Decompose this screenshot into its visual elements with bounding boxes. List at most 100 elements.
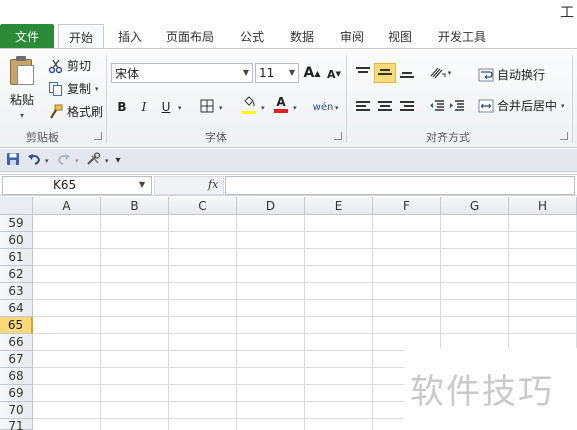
- column-header-g[interactable]: G: [441, 197, 509, 215]
- select-all-corner[interactable]: [0, 197, 33, 215]
- row-header[interactable]: 67: [0, 351, 33, 368]
- undo-button[interactable]: [26, 152, 42, 168]
- row-header[interactable]: 68: [0, 368, 33, 385]
- underline-button[interactable]: U: [157, 98, 175, 116]
- row-header[interactable]: 66: [0, 334, 33, 351]
- undo-icon: [27, 152, 41, 169]
- customize-icon: ▾: [115, 154, 121, 166]
- ribbon-tab-row: 文件 开始 插入 页面布局 公式 数据 审阅 视图 开发工具: [0, 24, 577, 49]
- tab-view[interactable]: 视图: [378, 24, 422, 48]
- save-button[interactable]: [5, 152, 21, 168]
- orientation-button[interactable]: ▾: [428, 64, 452, 82]
- merge-center-button[interactable]: 合并后居中 ▾: [478, 97, 565, 114]
- redo-icon: [57, 152, 71, 169]
- font-size-select[interactable]: 11 ▼: [255, 63, 299, 83]
- fill-color-button[interactable]: [240, 96, 258, 114]
- bold-button[interactable]: B: [113, 98, 131, 116]
- copy-label: 复制: [67, 82, 92, 96]
- font-launcher-icon[interactable]: [334, 132, 342, 140]
- paste-icon[interactable]: [10, 56, 36, 86]
- formula-bar: K65 ▼ fx: [0, 174, 577, 196]
- grow-font-button[interactable]: A ▲: [303, 64, 321, 82]
- tab-data[interactable]: 数据: [280, 24, 324, 48]
- tab-developer[interactable]: 开发工具: [430, 24, 494, 48]
- shrink-font-label: A: [327, 67, 336, 81]
- customize-qat-button[interactable]: ▾: [110, 152, 126, 168]
- wrap-text-button[interactable]: 自动换行: [478, 66, 545, 83]
- font-name-select[interactable]: 宋体 ▼: [111, 63, 253, 83]
- undo-dropdown-icon[interactable]: ▾: [45, 157, 49, 165]
- row-header[interactable]: 64: [0, 300, 33, 317]
- row-header[interactable]: 69: [0, 385, 33, 402]
- align-top-button[interactable]: [354, 64, 372, 82]
- row-header[interactable]: 70: [0, 402, 33, 419]
- merge-center-label: 合并后居中: [497, 99, 558, 113]
- tab-page-layout[interactable]: 页面布局: [158, 24, 222, 48]
- tab-review[interactable]: 审阅: [330, 24, 374, 48]
- fill-color-dropdown-icon[interactable]: ▾: [261, 104, 265, 112]
- align-left-button[interactable]: [354, 98, 372, 116]
- decrease-indent-button[interactable]: [428, 98, 446, 116]
- tab-home[interactable]: 开始: [58, 24, 104, 49]
- formula-input[interactable]: [225, 176, 575, 195]
- row-header[interactable]: 71: [0, 419, 33, 430]
- align-right-icon: [400, 101, 414, 113]
- column-header-e[interactable]: E: [305, 197, 373, 215]
- row-header-selected[interactable]: 65: [0, 317, 33, 334]
- tools-button[interactable]: [86, 151, 102, 168]
- shrink-font-button[interactable]: A ▼: [325, 65, 343, 83]
- row-header[interactable]: 59: [0, 215, 33, 232]
- align-right-button[interactable]: [398, 98, 416, 116]
- clipboard-group-label: 剪贴板: [26, 131, 59, 144]
- tab-formulas[interactable]: 公式: [230, 24, 274, 48]
- alignment-launcher-icon[interactable]: [560, 132, 568, 140]
- column-header-a[interactable]: A: [33, 197, 101, 215]
- underline-dropdown-icon[interactable]: ▾: [178, 104, 182, 112]
- copy-button[interactable]: 复制 ▾: [48, 80, 99, 97]
- row-header[interactable]: 63: [0, 283, 33, 300]
- column-header-c[interactable]: C: [169, 197, 237, 215]
- phonetic-dropdown-icon[interactable]: ▾: [335, 104, 339, 112]
- borders-button[interactable]: [198, 98, 216, 116]
- borders-dropdown-icon[interactable]: ▾: [219, 104, 223, 112]
- align-left-icon: [356, 101, 370, 113]
- column-header-f[interactable]: F: [373, 197, 441, 215]
- tab-file[interactable]: 文件: [0, 24, 54, 48]
- increase-indent-button[interactable]: [448, 98, 466, 116]
- paste-dropdown-icon[interactable]: ▾: [20, 111, 24, 120]
- italic-button[interactable]: I: [135, 98, 153, 116]
- align-center-button[interactable]: [376, 98, 394, 116]
- font-name-value: 宋体: [115, 66, 140, 81]
- column-header-h[interactable]: H: [509, 197, 577, 215]
- insert-function-button[interactable]: fx: [208, 178, 218, 191]
- column-header-d[interactable]: D: [237, 197, 305, 215]
- row-header[interactable]: 62: [0, 266, 33, 283]
- format-painter-button[interactable]: 格式刷: [48, 103, 103, 120]
- align-center-icon: [378, 101, 392, 113]
- increase-icon: ▲: [314, 68, 321, 78]
- name-box[interactable]: K65: [2, 176, 152, 195]
- tab-insert[interactable]: 插入: [108, 24, 152, 48]
- fill-color-swatch: [242, 111, 256, 114]
- clipboard-launcher-icon[interactable]: [94, 132, 102, 140]
- cut-button[interactable]: 剪切: [48, 57, 91, 74]
- font-color-button[interactable]: A: [272, 95, 290, 113]
- tools-dropdown-icon[interactable]: ▾: [105, 157, 109, 165]
- decrease-icon: ▼: [335, 70, 341, 78]
- copy-dropdown-icon[interactable]: ▾: [95, 85, 99, 93]
- group-divider: [572, 55, 573, 143]
- row-header[interactable]: 60: [0, 232, 33, 249]
- name-box-dropdown-icon[interactable]: ▼: [139, 180, 145, 189]
- align-middle-button[interactable]: [374, 63, 396, 83]
- merge-dropdown-icon[interactable]: ▾: [561, 102, 565, 110]
- indent-icon: [449, 99, 465, 116]
- watermark: 软件技巧: [404, 348, 577, 430]
- paste-button[interactable]: 粘贴: [10, 91, 34, 108]
- phonetic-guide-button[interactable]: wén: [312, 98, 334, 116]
- font-color-dropdown-icon[interactable]: ▾: [293, 104, 297, 112]
- font-color-label: A: [276, 95, 286, 109]
- row-header[interactable]: 61: [0, 249, 33, 266]
- align-bottom-button[interactable]: [398, 66, 416, 84]
- alignment-group-label: 对齐方式: [426, 131, 470, 144]
- column-header-b[interactable]: B: [101, 197, 169, 215]
